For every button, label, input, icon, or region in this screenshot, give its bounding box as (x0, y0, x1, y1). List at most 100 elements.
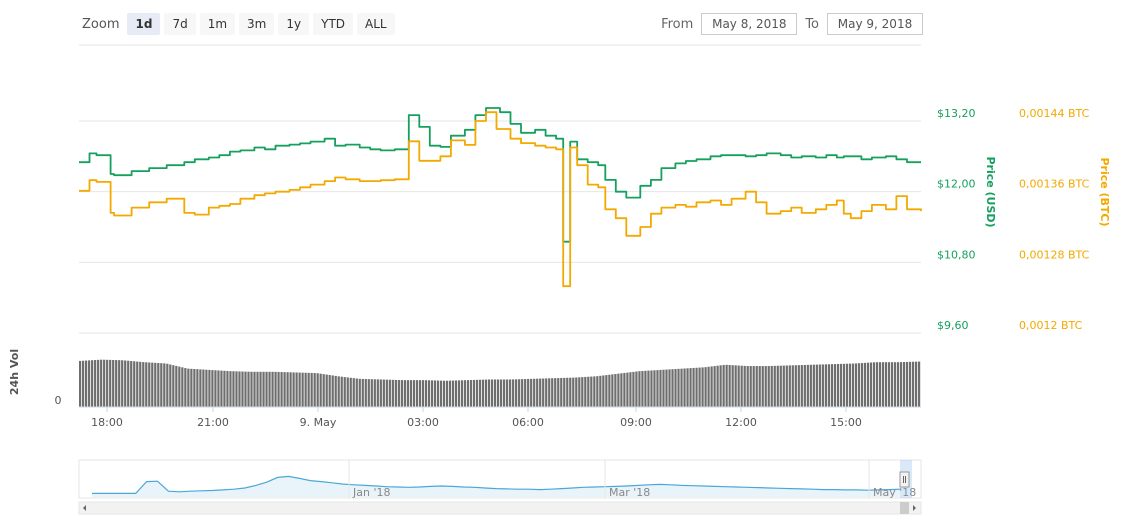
volume-bar (244, 371, 247, 407)
volume-bar (421, 380, 425, 407)
x-tick-label: 15:00 (830, 416, 862, 429)
navigator[interactable]: Jan '18 Mar '18 May '18 (78, 459, 922, 515)
volume-bar (581, 377, 584, 407)
volume-bar (109, 359, 112, 407)
volume-bar (722, 364, 725, 407)
volume-bar (908, 361, 912, 407)
volume-bar (809, 364, 812, 407)
scrollbar-track[interactable] (78, 501, 922, 515)
volume-bar (584, 376, 587, 407)
volume-bar (397, 380, 400, 407)
volume-bar (629, 372, 632, 407)
volume-bar (394, 379, 397, 407)
volume-bar (872, 362, 876, 407)
volume-bar (310, 372, 313, 407)
volume-bar (572, 377, 575, 407)
volume-bar (292, 372, 295, 407)
volume-bar (208, 369, 211, 407)
volume-bar (710, 366, 713, 407)
volume-bar (91, 360, 94, 407)
volume-bar (545, 378, 548, 407)
volume-bar (845, 363, 849, 407)
volume-bar (764, 366, 767, 407)
volume-bar (650, 370, 653, 407)
volume-bar (352, 378, 355, 407)
volume-bar (767, 366, 770, 407)
price-lines (79, 107, 922, 288)
volume-bar (418, 380, 422, 407)
volume-bar (463, 380, 467, 407)
volume-bar (127, 360, 130, 407)
volume-bar (740, 365, 743, 407)
navigator-handle[interactable] (899, 471, 910, 488)
volume-bar (232, 371, 235, 407)
volume-bar (439, 380, 443, 407)
volume-bar (833, 364, 836, 407)
volume-bar (515, 379, 518, 407)
volume-bar (659, 369, 662, 407)
volume-bar (827, 364, 830, 407)
volume-bar (794, 365, 797, 407)
volume-bar (187, 368, 190, 407)
volume-bar (524, 379, 527, 407)
x-tick-label: 03:00 (407, 416, 439, 429)
volume-bar (313, 373, 316, 407)
volume-bar (481, 379, 485, 407)
volume-bar (370, 379, 373, 407)
volume-bar (665, 369, 668, 407)
volume-bar (575, 377, 578, 407)
volume-bar (223, 370, 226, 407)
volume-bar (343, 377, 346, 407)
volume-bar (698, 367, 701, 407)
volume-bar (364, 379, 367, 407)
volume-bar (253, 371, 256, 407)
volume-bar (557, 378, 560, 407)
volume-bar (94, 360, 97, 407)
volume-bar (103, 359, 106, 407)
volume-bar (758, 366, 761, 407)
volume-bar (779, 365, 782, 407)
volume-bar (301, 372, 304, 407)
volume-bar (106, 359, 109, 407)
volume-bar (190, 368, 193, 407)
volume-bar (590, 376, 593, 407)
volume-bar (304, 372, 307, 407)
x-tick-label: 21:00 (197, 416, 229, 429)
volume-bar (605, 375, 608, 407)
volume-bar (130, 361, 133, 407)
volume-bar (430, 380, 434, 407)
scrollbar-thumb[interactable] (900, 502, 909, 514)
volume-bar (815, 364, 818, 407)
volume-bar (803, 364, 806, 407)
volume-bar (917, 361, 921, 407)
volume-bar (220, 370, 223, 407)
volume-bar (466, 380, 470, 407)
volume-bar (755, 366, 758, 407)
volume-bar (878, 362, 882, 407)
volume-bar (539, 378, 542, 407)
volume-bar (358, 378, 361, 407)
volume-bar (851, 363, 855, 407)
volume-bar (124, 360, 127, 407)
volume-bar (286, 372, 289, 407)
btc-tick-label: 0,00144 BTC (1019, 107, 1090, 120)
volume-bar (298, 372, 301, 407)
volume-bar (181, 367, 184, 407)
volume-bar (448, 380, 452, 407)
volume-bar (671, 369, 674, 407)
volume-bar (196, 369, 199, 407)
volume-bar (839, 363, 843, 407)
usd-axis-title: Price (USD) (984, 156, 997, 227)
volume-bar (641, 370, 644, 407)
volume-bar (893, 362, 897, 407)
volume-axis-title: 24h Vol (8, 349, 21, 395)
volume-bar (512, 379, 515, 407)
volume-bar (509, 379, 512, 407)
volume-bar (373, 379, 376, 407)
volume-bar (830, 364, 833, 407)
volume-bar (734, 365, 737, 407)
volume-bar (542, 378, 545, 407)
x-tick-label: 18:00 (91, 416, 123, 429)
volume-bar (478, 379, 482, 407)
btc-axis-title: Price (BTC) (1098, 157, 1111, 226)
